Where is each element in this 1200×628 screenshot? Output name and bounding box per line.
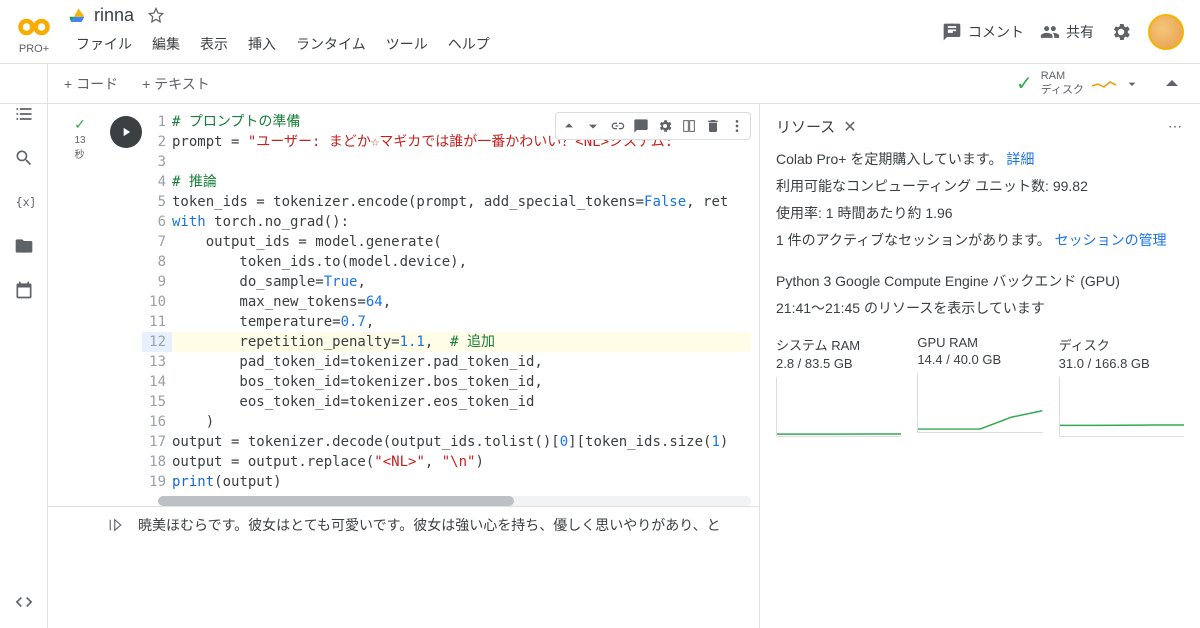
check-icon: ✓	[1016, 71, 1033, 96]
code-line[interactable]: 19print(output)	[142, 472, 751, 492]
search-icon[interactable]	[14, 148, 34, 168]
move-up-icon[interactable]	[558, 115, 580, 137]
menu-item[interactable]: ツール	[378, 30, 436, 58]
code-line[interactable]: 16 )	[142, 412, 751, 432]
close-icon[interactable]: ✕	[843, 117, 856, 137]
menu-item[interactable]: ヘルプ	[440, 30, 498, 58]
header: PRO+ rinna ファイル編集表示挿入ランタイムツールヘルプ コメント 共有	[0, 0, 1200, 64]
code-line[interactable]: 17output = tokenizer.decode(output_ids.t…	[142, 432, 751, 452]
svg-text:{x}: {x}	[15, 195, 33, 209]
mirror-cell-icon[interactable]	[678, 115, 700, 137]
menu-item[interactable]: ランタイム	[288, 30, 374, 58]
details-link[interactable]: 詳細	[1006, 151, 1034, 167]
resource-chart: GPU RAM14.4 / 40.0 GB	[917, 335, 1042, 440]
run-button[interactable]	[110, 116, 142, 148]
ram-sparkline	[1092, 78, 1116, 90]
code-line[interactable]: 11 temperature=0.7,	[142, 312, 751, 332]
variables-icon[interactable]: {x}	[14, 192, 34, 212]
units-line: 利用可能なコンピューティング ユニット数: 99.82	[776, 176, 1184, 197]
comment-button[interactable]: コメント	[942, 22, 1024, 42]
gear-icon[interactable]	[1110, 21, 1132, 43]
pro-badge: PRO+	[19, 43, 49, 55]
people-icon	[1040, 22, 1060, 42]
calendar-icon[interactable]	[14, 280, 34, 300]
code-line[interactable]: 8 token_ids.to(model.device),	[142, 252, 751, 272]
code-line[interactable]: 9 do_sample=True,	[142, 272, 751, 292]
output-text: 暁美ほむらです。彼女はとても可愛いです。彼女は強い心を持ち、優しく思いやりがあり…	[138, 515, 721, 535]
resources-panel: リソース ✕ ⋯ Colab Pro+ を定期購入しています。 詳細 利用可能な…	[760, 104, 1200, 628]
settings-cell-icon[interactable]	[654, 115, 676, 137]
resource-chart: ディスク31.0 / 166.8 GB	[1059, 335, 1184, 440]
collapse-icon[interactable]	[1160, 72, 1184, 96]
cell-check-icon: ✓	[74, 116, 86, 133]
code-cell[interactable]: ✓ 13秒 1# プロンプトの準備2prompt = "ユーザー: まどか☆マギ…	[48, 104, 759, 492]
link-icon[interactable]	[606, 115, 628, 137]
time-line: 21:41～21:45 のリソースを表示しています	[776, 298, 1184, 319]
resources-title: リソース	[776, 116, 835, 137]
files-icon[interactable]	[14, 236, 34, 256]
menu-item[interactable]: 挿入	[240, 30, 284, 58]
avatar[interactable]	[1148, 14, 1184, 50]
toc-icon[interactable]	[14, 104, 34, 124]
cell-output: 暁美ほむらです。彼女はとても可愛いです。彼女は強い心を持ち、優しく思いやりがあり…	[48, 506, 759, 543]
code-line[interactable]: 10 max_new_tokens=64,	[142, 292, 751, 312]
code-line[interactable]: 3	[142, 152, 751, 172]
menu-item[interactable]: ファイル	[68, 30, 140, 58]
ram-label: RAM	[1041, 70, 1084, 83]
code-line[interactable]: 14 bos_token_id=tokenizer.bos_token_id,	[142, 372, 751, 392]
code-line[interactable]: 5token_ids = tokenizer.encode(prompt, ad…	[142, 192, 751, 212]
resource-chart: システム RAM2.8 / 83.5 GB	[776, 335, 901, 440]
runtime-status[interactable]: ✓ RAM ディスク	[1016, 70, 1140, 96]
code-editor[interactable]: 1# プロンプトの準備2prompt = "ユーザー: まどか☆マギカでは誰が一…	[142, 112, 759, 492]
comment-label: コメント	[968, 22, 1024, 42]
backend-line: Python 3 Google Compute Engine バックエンド (G…	[776, 271, 1184, 292]
add-text-button[interactable]: + テキスト	[134, 70, 218, 98]
star-icon[interactable]	[146, 6, 166, 26]
share-button[interactable]: 共有	[1040, 22, 1094, 42]
drive-icon	[68, 7, 86, 25]
cell-exec-time: 13秒	[74, 135, 85, 161]
output-collapse-icon[interactable]	[108, 516, 126, 534]
code-line[interactable]: 12 repetition_penalty=1.1, # 追加	[142, 332, 751, 352]
more-cell-icon[interactable]	[726, 115, 748, 137]
move-down-icon[interactable]	[582, 115, 604, 137]
comment-cell-icon[interactable]	[630, 115, 652, 137]
colab-logo[interactable]: PRO+	[16, 9, 52, 55]
code-line[interactable]: 13 pad_token_id=tokenizer.pad_token_id,	[142, 352, 751, 372]
terminal-icon[interactable]	[14, 592, 34, 612]
share-label: 共有	[1066, 22, 1094, 42]
more-icon[interactable]: ⋯	[1168, 118, 1184, 135]
sessions-link[interactable]: セッションの管理	[1055, 232, 1167, 248]
menu-bar: ファイル編集表示挿入ランタイムツールヘルプ	[68, 30, 942, 58]
code-line[interactable]: 6with torch.no_grad():	[142, 212, 751, 232]
disk-label: ディスク	[1041, 84, 1084, 97]
toolbar: + コード + テキスト ✓ RAM ディスク	[0, 64, 1200, 104]
usage-line: 使用率: 1 時間あたり約 1.96	[776, 203, 1184, 224]
delete-cell-icon[interactable]	[702, 115, 724, 137]
document-title[interactable]: rinna	[94, 5, 134, 26]
code-line[interactable]: 4# 推論	[142, 172, 751, 192]
menu-item[interactable]: 編集	[144, 30, 188, 58]
left-rail: {x}	[0, 64, 48, 628]
caret-down-icon[interactable]	[1124, 76, 1140, 92]
add-code-button[interactable]: + コード	[56, 70, 126, 98]
menu-item[interactable]: 表示	[192, 30, 236, 58]
code-area: ✓ 13秒 1# プロンプトの準備2prompt = "ユーザー: まどか☆マギ…	[48, 104, 760, 628]
cell-toolbar	[555, 112, 751, 140]
comment-icon	[942, 22, 962, 42]
code-line[interactable]: 15 eos_token_id=tokenizer.eos_token_id	[142, 392, 751, 412]
code-line[interactable]: 7 output_ids = model.generate(	[142, 232, 751, 252]
code-line[interactable]: 18output = output.replace("<NL>", "\n")	[142, 452, 751, 472]
horizontal-scrollbar[interactable]	[158, 496, 751, 506]
